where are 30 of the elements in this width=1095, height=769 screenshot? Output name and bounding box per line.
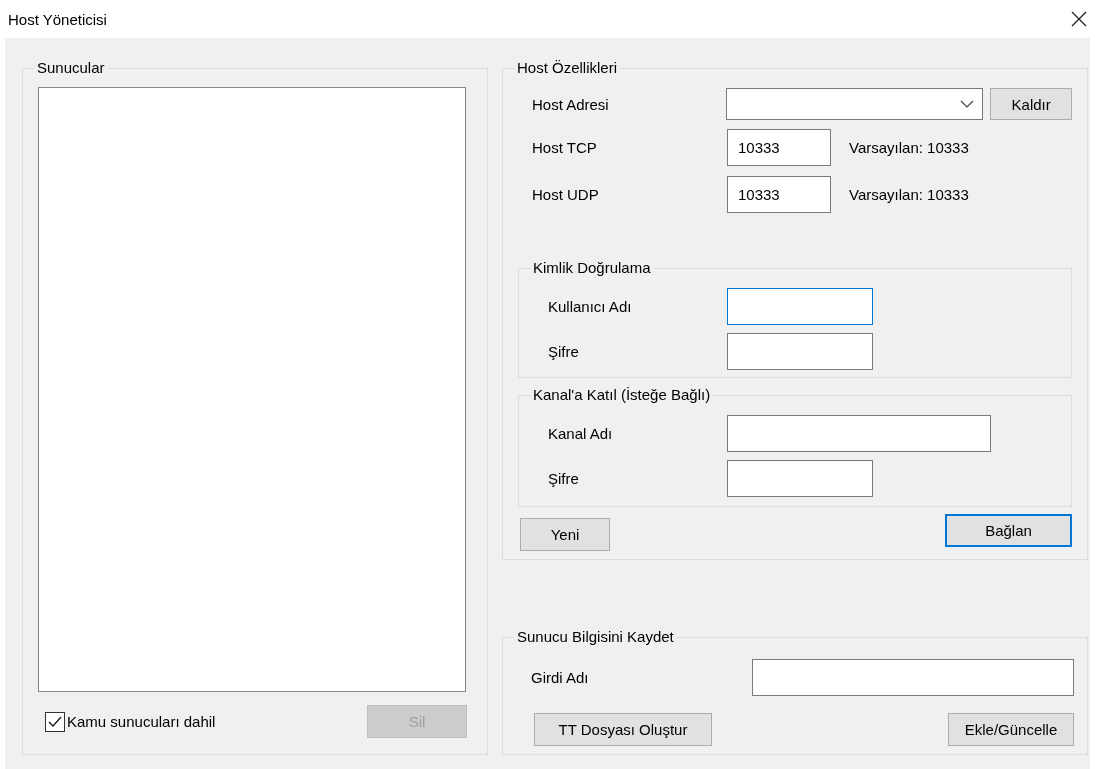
input-field[interactable]: [727, 288, 873, 325]
field-label: Kullanıcı Adı: [547, 298, 633, 315]
group-title: Kimlik Doğrulama: [530, 259, 654, 277]
chevron-down-icon: [960, 100, 975, 108]
host-address-dropdown[interactable]: [725, 88, 984, 120]
input-field[interactable]: [727, 333, 873, 370]
field-label: Host UDP: [531, 186, 600, 203]
window-title: Host Yöneticisi: [8, 10, 107, 28]
group-title: Kanal'a Katıl (İsteğe Bağlı): [530, 386, 714, 404]
input-field[interactable]: [727, 460, 873, 497]
new-button[interactable]: Yeni: [520, 518, 610, 551]
field-label: Host TCP: [531, 139, 598, 156]
field-label: Host Adresi: [531, 95, 610, 113]
input-field[interactable]: [751, 659, 1074, 696]
field-label: Girdi Adı: [531, 669, 590, 686]
close-icon[interactable]: [1070, 10, 1088, 28]
field-label: Şifre: [547, 470, 580, 487]
include-public-checkbox[interactable]: Kamu sunucuları dahil: [45, 711, 216, 732]
remove-button[interactable]: Kaldır: [990, 88, 1072, 120]
port-field[interactable]: 10333: [727, 129, 831, 166]
field-label: Kanal Adı: [547, 425, 614, 442]
add-update-button[interactable]: Ekle/Güncelle: [948, 713, 1074, 746]
field-label: Şifre: [547, 343, 580, 360]
port-field[interactable]: 10333: [727, 176, 831, 213]
connect-button[interactable]: Bağlan: [945, 514, 1072, 547]
default-port-text: Varsayılan: 10333: [849, 186, 969, 203]
create-file-button[interactable]: TT Dosyası Oluştur: [534, 713, 712, 746]
input-field[interactable]: [727, 415, 991, 452]
group-title: Sunucu Bilgisini Kaydet: [514, 628, 677, 646]
default-port-text: Varsayılan: 10333: [849, 139, 969, 156]
